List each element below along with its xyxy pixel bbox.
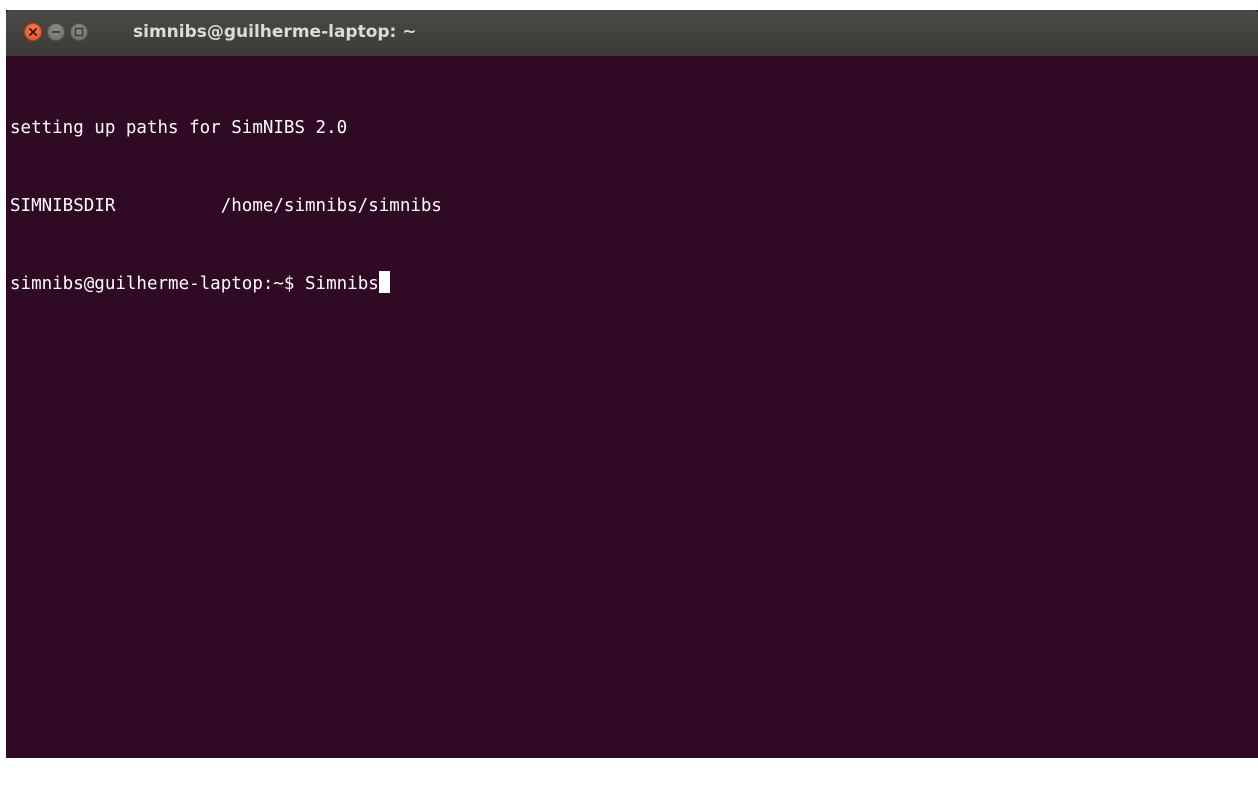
output-line: setting up paths for SimNIBS 2.0 [10,118,348,138]
command-input[interactable]: Simnibs [305,274,379,294]
minimize-icon [51,31,61,33]
close-button[interactable] [24,23,42,41]
command-line[interactable]: simnibs@guilherme-laptop:~$ Simnibs [10,271,1258,297]
text-cursor [378,271,390,293]
maximize-button[interactable] [70,23,88,41]
terminal-window: simnibs@guilherme-laptop: ~ setting up p… [6,10,1258,758]
shell-prompt: simnibs@guilherme-laptop:~$ [10,274,306,294]
title-bar[interactable]: simnibs@guilherme-laptop: ~ [6,10,1258,56]
terminal-output[interactable]: setting up paths for SimNIBS 2.0 SIMNIBS… [10,63,1258,758]
maximize-icon [74,27,84,37]
output-line: SIMNIBSDIR /home/simnibs/simnibs [10,196,442,216]
close-icon [29,28,37,36]
window-title: simnibs@guilherme-laptop: ~ [133,22,417,42]
minimize-button[interactable] [47,23,65,41]
